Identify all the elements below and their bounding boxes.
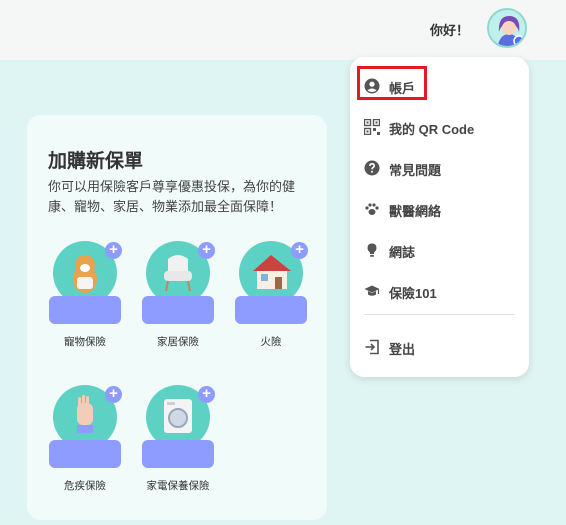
account-dropdown-menu: 帳戶 我的 QR Code 常見問題 獸醫網絡 網誌 保險101 登出 <box>350 57 529 377</box>
menu-divider <box>364 314 515 315</box>
product-fire-insurance[interactable]: + 火險 <box>235 241 315 351</box>
logout-icon <box>365 339 379 355</box>
paw-icon <box>365 203 379 215</box>
product-bar <box>142 440 214 468</box>
menu-item-vet-network[interactable]: 獸醫網絡 <box>350 193 529 225</box>
top-bar <box>0 0 566 60</box>
menu-item-blog[interactable]: 網誌 <box>350 234 529 266</box>
menu-item-faq[interactable]: 常見問題 <box>350 152 529 184</box>
card-title: 加購新保單 <box>48 151 144 172</box>
add-fire-insurance-button[interactable]: + <box>291 242 308 259</box>
product-bar <box>235 296 307 324</box>
product-label: 家電保養保險 <box>146 480 210 492</box>
lightbulb-icon <box>367 243 377 257</box>
menu-item-logout[interactable]: 登出 <box>350 331 529 363</box>
product-bar <box>49 296 121 324</box>
add-pet-insurance-button[interactable]: + <box>105 242 122 259</box>
add-policy-card: 加購新保單 你可以用保險客戶尊享優惠投保，為你的健康、寵物、家居、物業添加最全面… <box>27 115 327 520</box>
user-avatar[interactable] <box>487 8 527 48</box>
highlight-box <box>357 66 427 100</box>
menu-item-label: 常見問題 <box>389 163 442 178</box>
menu-item-label: 獸醫網絡 <box>389 204 442 219</box>
product-label: 家居保險 <box>157 336 199 348</box>
menu-item-label: 登出 <box>389 342 416 357</box>
menu-item-label: 我的 QR Code <box>389 122 475 137</box>
graduation-cap-icon <box>364 285 380 296</box>
product-pet-insurance[interactable]: + 寵物保險 <box>49 241 129 351</box>
card-description: 你可以用保險客戶尊享優惠投保，為你的健康、寵物、家居、物業添加最全面保障！ <box>48 179 296 214</box>
add-home-insurance-button[interactable]: + <box>198 242 215 259</box>
menu-item-insurance-101[interactable]: 保險101 <box>350 275 529 307</box>
menu-item-label: 保險101 <box>389 286 437 301</box>
product-label: 寵物保險 <box>64 336 106 348</box>
product-bar <box>49 440 121 468</box>
product-home-insurance[interactable]: + 家居保險 <box>142 241 222 351</box>
add-appliance-warranty-insurance-button[interactable]: + <box>198 386 215 403</box>
menu-item-label: 網誌 <box>389 245 416 260</box>
question-icon <box>364 160 380 176</box>
menu-item-qr-code[interactable]: 我的 QR Code <box>350 111 529 143</box>
product-appliance-warranty-insurance[interactable]: + 家電保養保險 <box>142 385 222 495</box>
qr-code-icon <box>364 119 380 135</box>
product-label: 危疾保險 <box>64 480 106 492</box>
greeting-text: 你好！ <box>430 23 470 38</box>
product-critical-illness-insurance[interactable]: + 危疾保險 <box>49 385 129 495</box>
product-bar <box>142 296 214 324</box>
product-label: 火險 <box>260 336 282 348</box>
add-critical-illness-insurance-button[interactable]: + <box>105 386 122 403</box>
